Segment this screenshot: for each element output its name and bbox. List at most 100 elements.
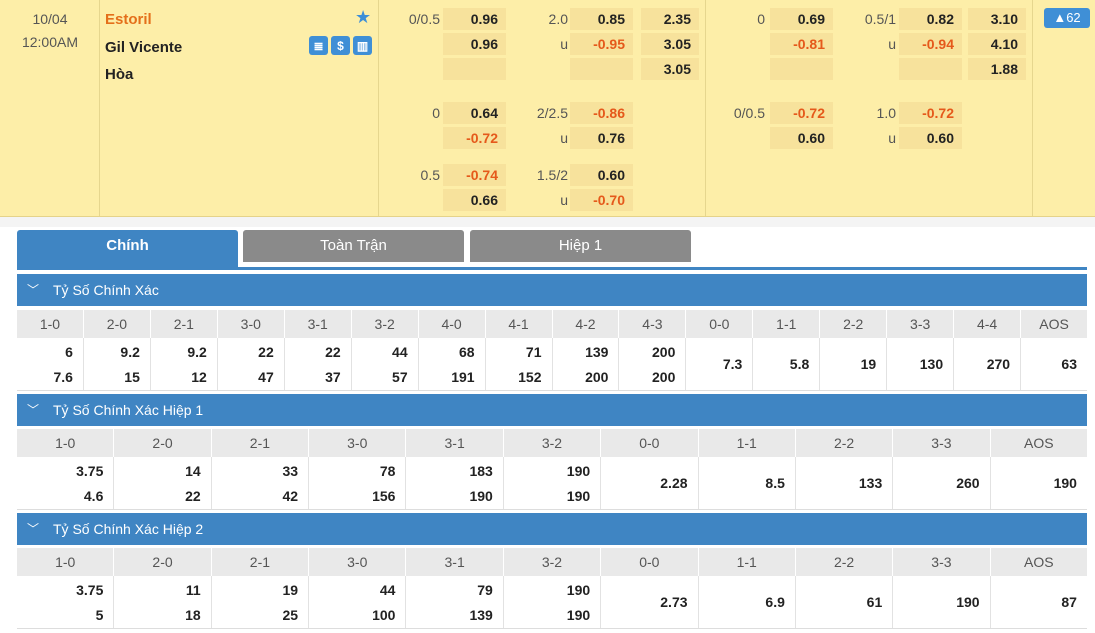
more-markets-badge[interactable]: ▲62	[1044, 8, 1090, 28]
home-odds[interactable]: 33	[283, 463, 299, 479]
draw-odds[interactable]: 5.8	[790, 356, 809, 372]
home-odds[interactable]: 11	[186, 582, 201, 598]
away-odds[interactable]: 4.6	[84, 488, 103, 504]
score-odds-cell[interactable]: 133	[796, 457, 894, 509]
total-odds[interactable]: -0.86	[570, 102, 633, 124]
score-odds-cell[interactable]: 183 190	[406, 457, 504, 509]
draw-odds[interactable]: 63	[1061, 356, 1077, 372]
chevron-down-icon[interactable]: ﹀	[27, 513, 39, 545]
score-odds-cell[interactable]: 7.3	[686, 338, 754, 390]
away-odds[interactable]: 190	[469, 488, 492, 504]
bar-chart-icon[interactable]: ▥	[353, 36, 372, 55]
score-odds-cell[interactable]: 9.2 15	[84, 338, 151, 390]
away-odds[interactable]: 22	[185, 488, 201, 504]
home-odds[interactable]: 139	[585, 344, 608, 360]
home-odds[interactable]: 9.2	[120, 344, 139, 360]
home-team[interactable]: Estoril	[105, 11, 152, 28]
tab-full-match[interactable]: Toàn Trận	[243, 230, 464, 262]
away-odds[interactable]: 191	[451, 369, 474, 385]
score-odds-cell[interactable]: 44 57	[352, 338, 419, 390]
h1-total-odds[interactable]: -0.72	[899, 102, 962, 124]
draw-odds[interactable]: 2.28	[660, 475, 687, 491]
handicap-odds[interactable]: -0.72	[443, 127, 506, 149]
score-odds-cell[interactable]: 130	[887, 338, 955, 390]
away-odds[interactable]: 15	[124, 369, 140, 385]
draw-odds[interactable]: 61	[867, 594, 883, 610]
score-odds-cell[interactable]: 61	[796, 576, 894, 628]
away-odds[interactable]: 37	[325, 369, 341, 385]
home-odds[interactable]: 200	[652, 344, 675, 360]
total-odds[interactable]: 0.60	[570, 164, 633, 186]
total-odds[interactable]: 0.85	[570, 8, 633, 30]
away-team[interactable]: Gil Vicente	[105, 39, 182, 56]
score-odds-cell[interactable]: 6.9	[699, 576, 796, 628]
away-odds[interactable]: 42	[283, 488, 299, 504]
draw-odds[interactable]: 133	[859, 475, 882, 491]
score-odds-cell[interactable]: 22 47	[218, 338, 285, 390]
away-odds[interactable]: 200	[652, 369, 675, 385]
score-odds-cell[interactable]: 190	[991, 457, 1087, 509]
home-odds[interactable]: 71	[526, 344, 542, 360]
h1-1x2-odds[interactable]: 1.88	[968, 58, 1026, 80]
home-odds[interactable]: 44	[392, 344, 408, 360]
away-odds[interactable]: 18	[185, 607, 201, 623]
draw-odds[interactable]: 7.3	[723, 356, 742, 372]
favorite-star-icon[interactable]: ★	[355, 8, 371, 26]
away-odds[interactable]: 152	[518, 369, 541, 385]
score-odds-cell[interactable]: 44 100	[309, 576, 407, 628]
h1-handicap-odds[interactable]: -0.81	[770, 33, 833, 55]
score-odds-cell[interactable]: 6 7.6	[17, 338, 84, 390]
home-odds[interactable]: 190	[567, 463, 590, 479]
section-header[interactable]: ﹀ Tỷ Số Chính Xác Hiệp 2	[17, 513, 1087, 545]
home-odds[interactable]: 68	[459, 344, 475, 360]
home-odds[interactable]: 3.75	[76, 582, 103, 598]
score-odds-cell[interactable]: 270	[954, 338, 1022, 390]
score-odds-cell[interactable]: 190 190	[504, 576, 602, 628]
draw-odds[interactable]: 190	[956, 594, 979, 610]
draw-odds[interactable]: 270	[987, 356, 1010, 372]
home-odds[interactable]: 3.75	[76, 463, 103, 479]
draw-odds[interactable]: 260	[956, 475, 979, 491]
score-odds-cell[interactable]: 5.8	[753, 338, 821, 390]
h1-total-odds[interactable]: 0.82	[899, 8, 962, 30]
handicap-odds[interactable]: 0.64	[443, 102, 506, 124]
score-odds-cell[interactable]: 79 139	[406, 576, 504, 628]
away-odds[interactable]: 156	[372, 488, 395, 504]
home-odds[interactable]: 19	[283, 582, 299, 598]
draw-odds[interactable]: 6.9	[765, 594, 784, 610]
handicap-odds[interactable]: 0.96	[443, 8, 506, 30]
score-odds-cell[interactable]: 19	[820, 338, 888, 390]
total-odds[interactable]: -0.95	[570, 33, 633, 55]
section-header[interactable]: ﹀ Tỷ Số Chính Xác	[17, 274, 1087, 306]
total-odds[interactable]	[570, 58, 633, 80]
home-odds[interactable]: 44	[380, 582, 396, 598]
home-odds[interactable]: 183	[469, 463, 492, 479]
h1-total-odds[interactable]: 0.60	[899, 127, 962, 149]
away-odds[interactable]: 200	[585, 369, 608, 385]
score-odds-cell[interactable]: 33 42	[212, 457, 310, 509]
away-odds[interactable]: 100	[372, 607, 395, 623]
1x2-odds[interactable]: 3.05	[641, 33, 699, 55]
home-odds[interactable]: 22	[258, 344, 274, 360]
handicap-odds[interactable]: 0.96	[443, 33, 506, 55]
tab-first-half[interactable]: Hiệp 1	[470, 230, 691, 262]
home-odds[interactable]: 78	[380, 463, 396, 479]
draw-odds[interactable]: 2.73	[660, 594, 687, 610]
score-odds-cell[interactable]: 11 18	[114, 576, 212, 628]
score-odds-cell[interactable]: 260	[893, 457, 991, 509]
score-odds-cell[interactable]: 9.2 12	[151, 338, 218, 390]
h1-total-odds[interactable]	[899, 58, 962, 80]
score-odds-cell[interactable]: 2.28	[601, 457, 699, 509]
chevron-down-icon[interactable]: ﹀	[27, 394, 39, 426]
score-odds-cell[interactable]: 2.73	[601, 576, 699, 628]
home-odds[interactable]: 79	[477, 582, 493, 598]
away-odds[interactable]: 5	[96, 607, 104, 623]
1x2-odds[interactable]: 2.35	[641, 8, 699, 30]
score-odds-cell[interactable]: 3.75 5	[17, 576, 115, 628]
away-odds[interactable]: 47	[258, 369, 274, 385]
dollar-icon[interactable]: $	[331, 36, 350, 55]
h1-handicap-odds[interactable]	[770, 58, 833, 80]
h1-total-odds[interactable]: -0.94	[899, 33, 962, 55]
away-odds[interactable]: 139	[469, 607, 492, 623]
score-odds-cell[interactable]: 22 37	[285, 338, 352, 390]
